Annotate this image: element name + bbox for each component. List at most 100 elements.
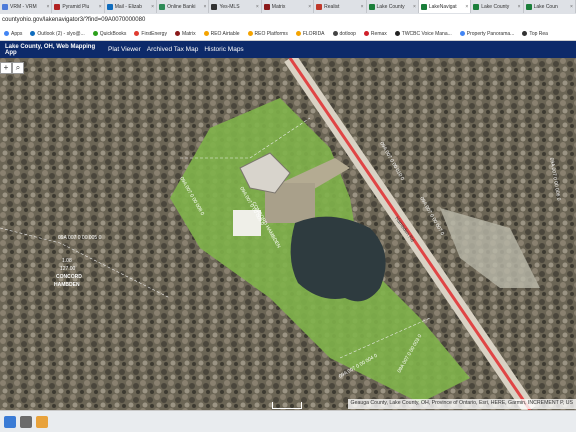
menu-archived-tax-map[interactable]: Archived Tax Map bbox=[144, 46, 202, 53]
tab-label: Mail - Elizab bbox=[114, 3, 142, 10]
browser-tab[interactable]: Matrix × bbox=[262, 0, 315, 13]
bookmark-icon bbox=[394, 31, 400, 36]
close-icon[interactable]: × bbox=[46, 4, 49, 10]
bookmark-icon bbox=[522, 31, 528, 36]
bookmark-label: Matrix bbox=[181, 30, 196, 37]
menu-historic-maps[interactable]: Historic Maps bbox=[201, 46, 246, 53]
bookmark-icon bbox=[92, 31, 98, 36]
tab-label: Pyramid Plu bbox=[62, 3, 90, 10]
tab-label: Lake Coun bbox=[533, 3, 558, 10]
bookmark-icon bbox=[247, 31, 253, 36]
address-bar[interactable]: countyohio.gov/lakenavigator3/?find=09A0… bbox=[0, 14, 576, 28]
tab-favicon-icon bbox=[263, 3, 270, 10]
browser-tab[interactable]: VRM - VRM × bbox=[0, 0, 53, 13]
tab-favicon-icon bbox=[420, 3, 427, 10]
bookmark-label: Property Panorama... bbox=[466, 30, 515, 37]
tab-favicon-icon bbox=[159, 3, 166, 10]
bookmark-label: Outlook (2) - slyo@... bbox=[37, 30, 85, 37]
browser-tab[interactable]: Lake Coun × bbox=[524, 0, 576, 13]
start-icon[interactable] bbox=[4, 415, 16, 428]
browser-tab[interactable]: Mail - Elizab × bbox=[105, 0, 158, 13]
map-tools: + ⌕ bbox=[0, 62, 24, 74]
bookmark-item[interactable]: Matrix bbox=[171, 31, 200, 37]
close-icon[interactable]: × bbox=[99, 4, 102, 10]
parcel-label: HAMBDEN bbox=[54, 282, 80, 288]
bookmark-label: TWCBC Voice Mana... bbox=[401, 30, 452, 37]
bookmark-label: REO Platforms bbox=[254, 30, 288, 37]
bookmark-item[interactable]: dotloop bbox=[329, 31, 360, 37]
close-icon[interactable]: × bbox=[413, 4, 416, 10]
taskbar-app-icon[interactable] bbox=[20, 415, 32, 428]
bookmark-label: REO Airtable bbox=[210, 30, 240, 37]
close-icon[interactable]: × bbox=[570, 4, 573, 10]
bookmark-icon bbox=[134, 31, 140, 36]
plus-icon[interactable]: + bbox=[0, 62, 12, 74]
browser-tab[interactable]: Lake County × bbox=[367, 0, 419, 13]
tab-favicon-icon bbox=[211, 3, 218, 10]
aerial-map[interactable]: 09A 007 0 00 008 0 09A 007 0 00 009 0 CO… bbox=[0, 58, 576, 410]
bookmark-icon bbox=[203, 31, 209, 36]
close-icon[interactable]: × bbox=[151, 4, 154, 10]
bookmark-label: Remax bbox=[370, 30, 387, 37]
parcel-label: 1.08 bbox=[62, 258, 72, 264]
bookmark-label: QuickBooks bbox=[99, 30, 127, 37]
close-icon[interactable]: × bbox=[204, 4, 207, 10]
bookmark-label: dotloop bbox=[339, 30, 356, 37]
bookmark-label: Top Rea bbox=[529, 30, 548, 37]
tab-favicon-icon bbox=[368, 3, 375, 10]
bookmark-label: FirstEnergy bbox=[141, 30, 167, 37]
browser-tab[interactable]: Online Banki × bbox=[157, 0, 210, 13]
close-icon[interactable]: × bbox=[465, 4, 468, 10]
bookmark-item[interactable]: QuickBooks bbox=[89, 31, 131, 37]
browser-tab-bar: VRM - VRM × Pyramid Plu × Mail - Elizab × Onli… bbox=[0, 0, 576, 14]
bookmark-item[interactable]: Apps bbox=[0, 31, 26, 37]
tab-label: VRM - VRM bbox=[10, 3, 37, 10]
browser-tab[interactable]: LakeNavigat × bbox=[418, 0, 472, 13]
bookmark-item[interactable]: Outlook (2) - slyo@... bbox=[26, 31, 88, 37]
close-icon[interactable]: × bbox=[308, 4, 311, 10]
search-icon[interactable]: ⌕ bbox=[12, 62, 24, 74]
bookmark-item[interactable]: TWCBC Voice Mana... bbox=[391, 31, 456, 37]
tab-label: Yes-MLS bbox=[219, 3, 240, 10]
tab-label: Matrix bbox=[271, 3, 286, 10]
tab-label: Lake County bbox=[481, 3, 510, 10]
tab-label: Online Banki bbox=[167, 3, 196, 10]
bookmark-item[interactable]: REO Airtable bbox=[200, 31, 244, 37]
browser-tab[interactable]: Lake County × bbox=[471, 0, 524, 13]
bookmark-icon bbox=[30, 31, 36, 36]
browser-tab[interactable]: Realist × bbox=[314, 0, 367, 13]
taskbar bbox=[0, 410, 576, 432]
bookmark-item[interactable]: Top Rea bbox=[518, 31, 552, 37]
bookmark-item[interactable]: FLORIDA bbox=[292, 31, 329, 37]
parcel-label: 127.00 bbox=[60, 266, 76, 272]
bookmark-item[interactable]: REO Platforms bbox=[244, 31, 292, 37]
bookmark-item[interactable]: Remax bbox=[360, 31, 391, 37]
bookmark-icon bbox=[459, 31, 465, 36]
parcel-label: CONCORD bbox=[56, 274, 82, 280]
tab-favicon-icon bbox=[525, 3, 532, 10]
tab-label: LakeNavigat bbox=[428, 3, 457, 10]
close-icon[interactable]: × bbox=[518, 4, 521, 10]
parcel-label: 09A 007 0 00 005 0 bbox=[58, 235, 102, 241]
tab-favicon-icon bbox=[316, 3, 323, 10]
browser-tab[interactable]: Pyramid Plu × bbox=[52, 0, 105, 13]
map-attribution: Geauga County, Lake County, OH, Province… bbox=[347, 399, 576, 409]
tab-favicon-icon bbox=[106, 3, 113, 10]
map-view[interactable]: 09A 007 0 00 008 0 09A 007 0 00 009 0 CO… bbox=[0, 58, 576, 410]
url-text[interactable]: countyohio.gov/lakenavigator3/?find=09A0… bbox=[2, 17, 145, 23]
bookmark-item[interactable]: Property Panorama... bbox=[456, 31, 519, 37]
tab-label: Lake County bbox=[376, 3, 405, 10]
tab-favicon-icon bbox=[2, 3, 8, 10]
taskbar-app-icon[interactable] bbox=[36, 415, 48, 428]
scale-bar bbox=[272, 402, 302, 409]
bookmark-label: FLORIDA bbox=[302, 30, 325, 37]
bookmark-item[interactable]: FirstEnergy bbox=[130, 31, 171, 37]
app-title: Lake County, OH, Web Mapping App bbox=[5, 43, 96, 56]
bookmark-icon bbox=[332, 31, 338, 36]
close-icon[interactable]: × bbox=[361, 4, 364, 10]
bookmark-icon bbox=[363, 31, 369, 36]
browser-tab[interactable]: Yes-MLS × bbox=[209, 0, 262, 13]
bookmark-icon bbox=[4, 31, 9, 36]
menu-plat-viewer[interactable]: Plat Viewer bbox=[105, 46, 144, 53]
close-icon[interactable]: × bbox=[256, 4, 259, 10]
